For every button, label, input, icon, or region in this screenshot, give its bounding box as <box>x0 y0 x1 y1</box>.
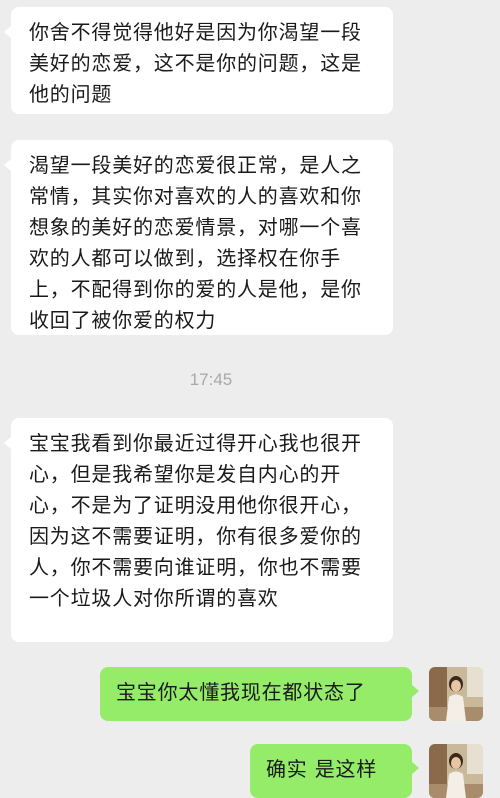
received-message-bubble[interactable]: 宝宝我看到你最近过得开心我也很开心，但是我希望你是发自内心的开心，不是为了证明没… <box>4 418 393 642</box>
message-text: 确实 是这样 <box>266 757 378 781</box>
message-timestamp: 17:45 <box>189 370 233 389</box>
message-text: 宝宝你太懂我现在都状态了 <box>116 680 366 704</box>
sent-message-bubble[interactable]: 确实 是这样 <box>250 744 419 798</box>
user-avatar-icon[interactable] <box>429 667 483 721</box>
user-avatar-icon[interactable] <box>429 744 483 798</box>
sent-message-bubble[interactable]: 宝宝你太懂我现在都状态了 <box>100 667 419 721</box>
chat-window: 你舍不得觉得他好是因为你渴望一段美好的恋爱，这不是你的问题，这是他的问题 渴望一… <box>0 0 500 798</box>
received-message-bubble[interactable]: 渴望一段美好的恋爱很正常，是人之常情，其实你对喜欢的人的喜欢和你想象的美好的恋爱… <box>4 140 393 335</box>
message-text: 宝宝我看到你最近过得开心我也很开心，但是我希望你是发自内心的开心，不是为了证明没… <box>29 431 362 610</box>
message-text: 渴望一段美好的恋爱很正常，是人之常情，其实你对喜欢的人的喜欢和你想象的美好的恋爱… <box>29 153 362 332</box>
received-message-bubble[interactable]: 你舍不得觉得他好是因为你渴望一段美好的恋爱，这不是你的问题，这是他的问题 <box>4 7 393 114</box>
message-text: 你舍不得觉得他好是因为你渴望一段美好的恋爱，这不是你的问题，这是他的问题 <box>29 20 362 106</box>
